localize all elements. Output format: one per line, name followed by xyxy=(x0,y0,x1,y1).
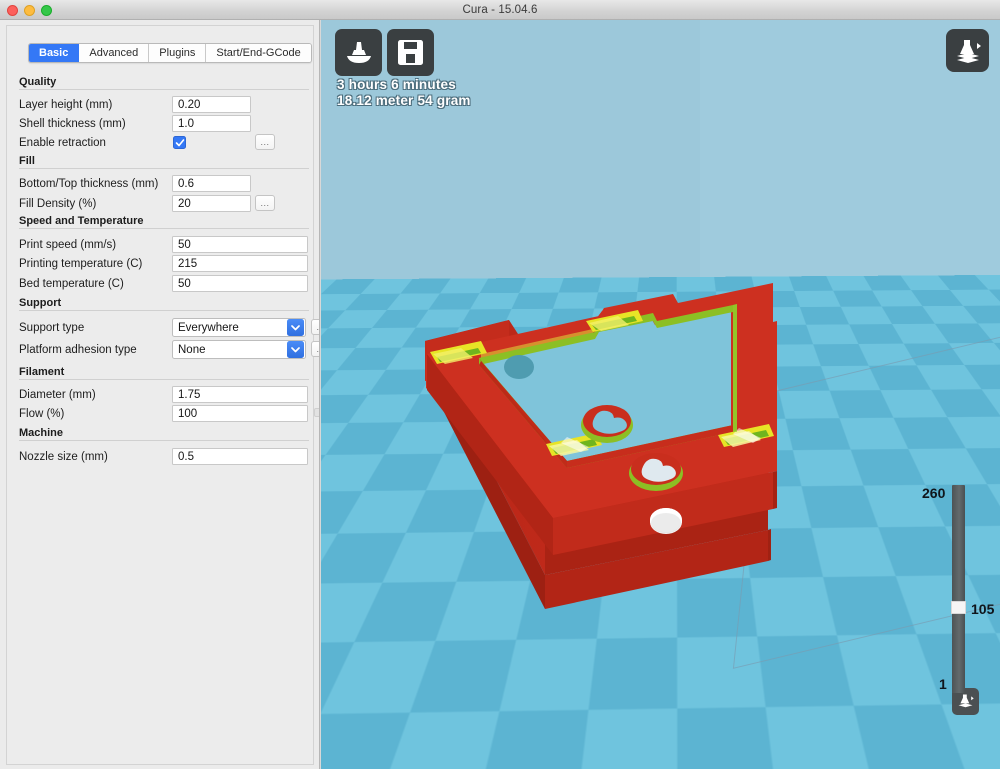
setting-row-diameter-mm: Diameter (mm) 1.75 xyxy=(19,385,315,404)
section-title: Support xyxy=(19,297,69,309)
setting-label-nozzle-size-mm: Nozzle size (mm) xyxy=(19,450,108,463)
setting-row-enable-retraction: Enable retraction... xyxy=(19,133,315,152)
setting-more-button-enable-retraction[interactable]: ... xyxy=(255,134,275,150)
layer-slider-track[interactable] xyxy=(952,485,965,693)
zoom-button[interactable] xyxy=(41,5,52,16)
title-bar: Cura - 15.04.6 xyxy=(0,0,1000,20)
print-estimate: 3 hours 6 minutes 18.12 meter 54 gram xyxy=(337,77,557,109)
setting-more-button-platform-adhesion-type[interactable]: ... xyxy=(311,341,319,357)
section-header-speed-and-temperature: Speed and Temperature xyxy=(19,215,309,231)
setting-input-bottom-top-thickness-mm[interactable]: 0.6 xyxy=(172,175,251,192)
setting-label-layer-height-mm: Layer height (mm) xyxy=(19,98,113,111)
section-title: Machine xyxy=(19,427,71,439)
window-controls[interactable] xyxy=(7,5,52,16)
setting-label-flow: Flow (%) xyxy=(19,407,65,420)
view-mode-small-icon xyxy=(958,694,974,708)
layer-slider-min-label: 1 xyxy=(939,676,947,692)
setting-row-layer-height-mm: Layer height (mm) 0.20 xyxy=(19,95,315,114)
setting-select-platform-adhesion-type[interactable]: None xyxy=(172,340,306,359)
section-title: Speed and Temperature xyxy=(19,215,151,227)
setting-input-printing-temperature-c[interactable]: 215 xyxy=(172,255,308,272)
setting-label-printing-temperature-c: Printing temperature (C) xyxy=(19,257,143,270)
setting-more-button-support-type[interactable]: ... xyxy=(311,319,319,335)
section-header-filament: Filament xyxy=(19,366,309,382)
view-mode-button[interactable] xyxy=(946,29,989,72)
setting-input-print-speed-mm-s[interactable]: 50 xyxy=(172,236,308,253)
section-title: Quality xyxy=(19,76,64,88)
tab-plugins[interactable]: Plugins xyxy=(149,44,207,62)
section-divider xyxy=(19,168,309,169)
section-header-quality: Quality xyxy=(19,76,309,92)
layer-slider-handle[interactable] xyxy=(951,601,966,614)
section-divider xyxy=(19,440,309,441)
layer-slider-current-label: 105 xyxy=(971,601,995,617)
load-model-icon xyxy=(346,41,371,63)
setting-row-flow: Flow (%) 100 xyxy=(19,404,315,423)
cura-window: Cura - 15.04.6 Basic Advanced Plugins Start… xyxy=(0,0,1000,769)
setting-row-printing-temperature-c: Printing temperature (C) 215 xyxy=(19,254,315,273)
setting-more-button-fill-density[interactable]: ... xyxy=(255,195,275,211)
setting-select-value-platform-adhesion-type: None xyxy=(178,343,206,356)
section-divider xyxy=(19,228,309,229)
setting-label-support-type: Support type xyxy=(19,321,85,334)
setting-checkbox-enable-retraction[interactable] xyxy=(173,136,186,149)
setting-input-bed-temperature-c[interactable]: 50 xyxy=(172,275,308,292)
settings-panel: Basic Advanced Plugins Start/End-GCode Qual… xyxy=(6,25,319,765)
window-title: Cura - 15.04.6 xyxy=(462,3,538,16)
setting-row-support-type: Support type Everywhere... xyxy=(19,318,319,337)
close-button[interactable] xyxy=(7,5,18,16)
section-divider xyxy=(19,310,309,311)
build-plate-checkerboard xyxy=(321,273,1000,769)
load-model-button[interactable] xyxy=(335,29,382,76)
setting-row-fill-density: Fill Density (%) 20... xyxy=(19,194,315,213)
setting-label-shell-thickness-mm: Shell thickness (mm) xyxy=(19,117,126,130)
setting-input-layer-height-mm[interactable]: 0.20 xyxy=(172,96,251,113)
setting-label-platform-adhesion-type: Platform adhesion type xyxy=(19,343,137,356)
setting-row-print-speed-mm-s: Print speed (mm/s) 50 xyxy=(19,235,315,254)
setting-row-nozzle-size-mm: Nozzle size (mm) 0.5 xyxy=(19,447,315,466)
section-header-machine: Machine xyxy=(19,427,309,443)
setting-row-platform-adhesion-type: Platform adhesion type None... xyxy=(19,340,319,359)
save-floppy-icon xyxy=(398,40,423,65)
section-divider xyxy=(19,379,309,380)
tab-basic[interactable]: Basic xyxy=(29,44,80,62)
panel-resize-grip[interactable] xyxy=(314,408,319,417)
setting-input-fill-density[interactable]: 20 xyxy=(172,195,251,212)
setting-label-print-speed-mm-s: Print speed (mm/s) xyxy=(19,238,117,251)
setting-select-value-support-type: Everywhere xyxy=(178,321,239,334)
section-divider xyxy=(19,89,309,90)
chevron-down-icon[interactable] xyxy=(287,319,304,336)
tab-advanced[interactable]: Advanced xyxy=(79,44,150,62)
setting-row-bottom-top-thickness-mm: Bottom/Top thickness (mm) 0.6 xyxy=(19,174,315,193)
setting-input-diameter-mm[interactable]: 1.75 xyxy=(172,386,308,403)
setting-row-shell-thickness-mm: Shell thickness (mm) 1.0 xyxy=(19,114,315,133)
save-toolpath-button[interactable] xyxy=(387,29,434,76)
tab-start-end-gcode[interactable]: Start/End-GCode xyxy=(206,44,311,62)
setting-select-support-type[interactable]: Everywhere xyxy=(172,318,306,337)
build-plate-container xyxy=(321,190,1000,769)
section-header-fill: Fill xyxy=(19,155,309,171)
setting-label-bottom-top-thickness-mm: Bottom/Top thickness (mm) xyxy=(19,177,159,190)
setting-label-fill-density: Fill Density (%) xyxy=(19,197,97,210)
setting-label-bed-temperature-c: Bed temperature (C) xyxy=(19,277,124,290)
section-title: Filament xyxy=(19,366,72,378)
3d-viewport[interactable]: 3 hours 6 minutes 18.12 meter 54 gram 26… xyxy=(321,20,1000,769)
check-icon xyxy=(175,138,184,146)
estimate-time: 3 hours 6 minutes xyxy=(337,77,456,92)
section-title: Fill xyxy=(19,155,42,167)
chevron-down-icon[interactable] xyxy=(287,341,304,358)
settings-sidebar: Basic Advanced Plugins Start/End-GCode Qual… xyxy=(0,20,320,769)
setting-input-shell-thickness-mm[interactable]: 1.0 xyxy=(172,115,251,132)
view-mode-icon xyxy=(956,39,981,63)
section-header-support: Support xyxy=(19,297,309,313)
layer-slider-max-label: 260 xyxy=(922,485,946,501)
setting-input-flow[interactable]: 100 xyxy=(172,405,308,422)
settings-tabs[interactable]: Basic Advanced Plugins Start/End-GCode xyxy=(28,43,312,63)
minimize-button[interactable] xyxy=(24,5,35,16)
setting-label-diameter-mm: Diameter (mm) xyxy=(19,388,96,401)
setting-label-enable-retraction: Enable retraction xyxy=(19,136,106,149)
setting-row-bed-temperature-c: Bed temperature (C) 50 xyxy=(19,274,315,293)
setting-input-nozzle-size-mm[interactable]: 0.5 xyxy=(172,448,308,465)
estimate-material: 18.12 meter 54 gram xyxy=(337,93,471,108)
